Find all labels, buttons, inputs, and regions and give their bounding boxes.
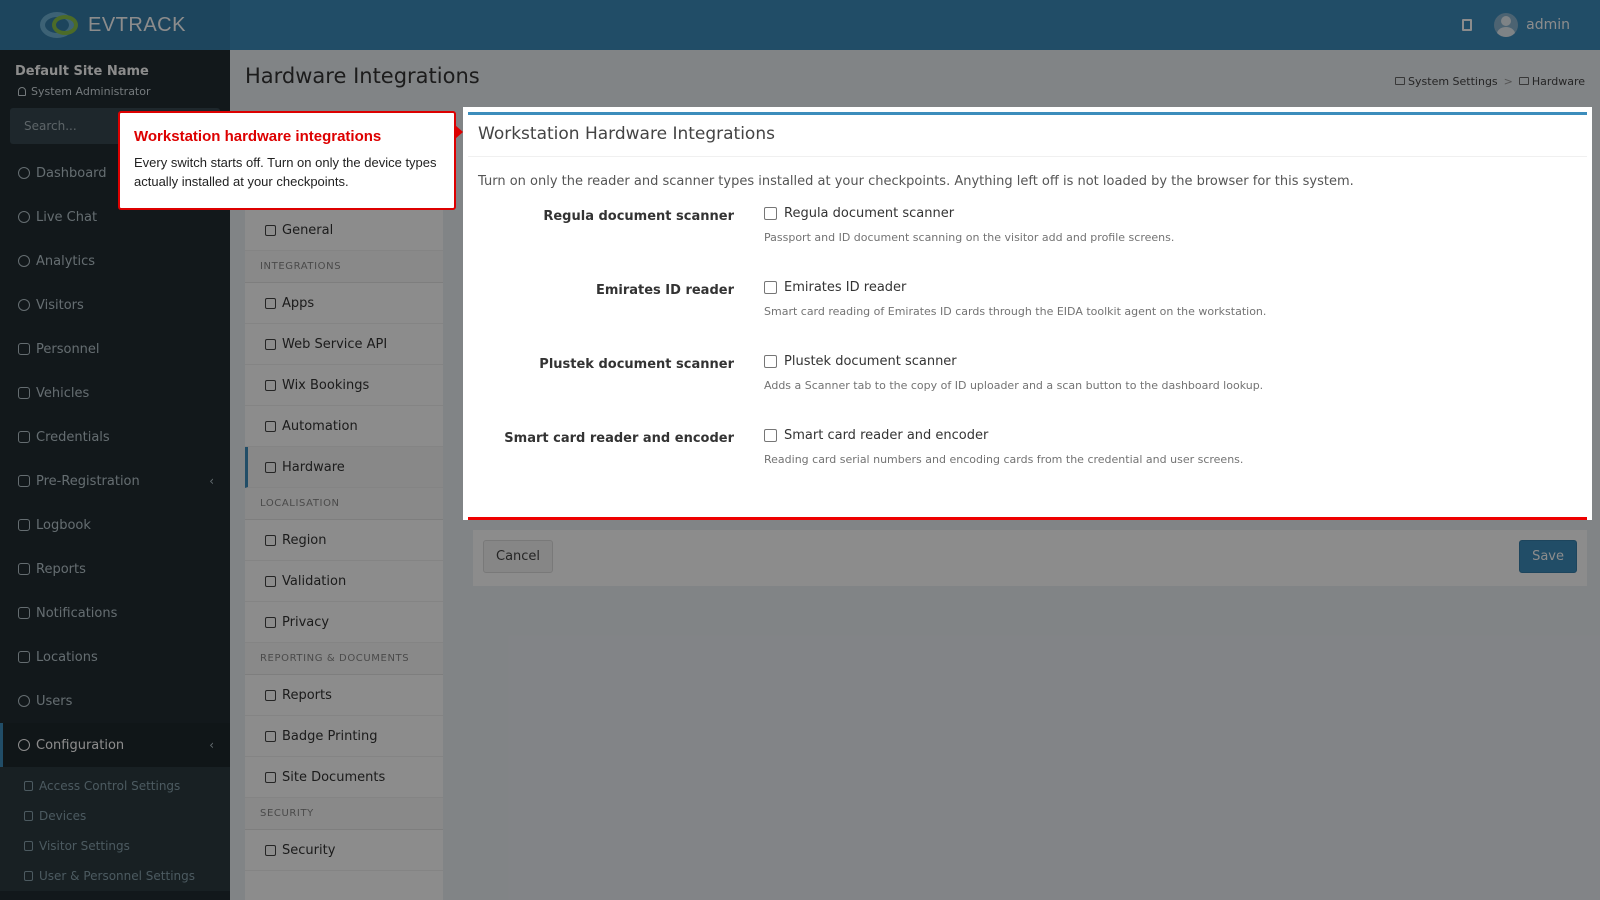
field: Emirates ID reader Smart card reading of… <box>734 280 1266 354</box>
form-row-plustek: Plustek document scanner Plustek documen… <box>478 354 1577 428</box>
checkbox-label: Emirates ID reader <box>784 280 907 295</box>
callout-title: Workstation hardware integrations <box>134 128 382 145</box>
checkbox-box[interactable] <box>764 355 777 368</box>
form-row-smart-card: Smart card reader and encoder Smart card… <box>478 428 1577 502</box>
help-text: Passport and ID document scanning on the… <box>764 231 1175 244</box>
help-text: Smart card reading of Emirates ID cards … <box>764 305 1267 318</box>
smart-card-checkbox[interactable]: Smart card reader and encoder <box>764 428 1243 443</box>
checkbox-box[interactable] <box>764 281 777 294</box>
checkbox-label: Regula document scanner <box>784 206 955 221</box>
callout-text: Every switch starts off. Turn on only th… <box>134 155 437 189</box>
field-label: Regula document scanner <box>543 209 734 224</box>
hardware-integrations-card: Workstation Hardware Integrations Turn o… <box>468 112 1587 520</box>
emirates-id-checkbox[interactable]: Emirates ID reader <box>764 280 1266 295</box>
regula-checkbox[interactable]: Regula document scanner <box>764 206 1174 221</box>
highlight-bottom-border <box>468 517 1587 520</box>
field-label: Plustek document scanner <box>539 357 734 372</box>
field: Plustek document scanner Adds a Scanner … <box>734 354 1263 428</box>
help-text: Reading card serial numbers and encoding… <box>764 453 1244 466</box>
checkbox-box[interactable] <box>764 429 777 442</box>
plustek-checkbox[interactable]: Plustek document scanner <box>764 354 1263 369</box>
field-label: Smart card reader and encoder <box>504 431 734 446</box>
field: Smart card reader and encoder Reading ca… <box>734 428 1243 502</box>
tour-callout: Workstation hardware integrations Every … <box>118 111 463 210</box>
field: Regula document scanner Passport and ID … <box>734 206 1174 280</box>
field-label: Emirates ID reader <box>595 283 734 298</box>
form-row-emirates-id: Emirates ID reader Emirates ID reader Sm… <box>478 280 1577 354</box>
help-text: Adds a Scanner tab to the copy of ID upl… <box>764 379 1264 392</box>
card-body: Turn on only the reader and scanner type… <box>468 157 1587 502</box>
checkbox-label: Smart card reader and encoder <box>784 428 989 443</box>
checkbox-box[interactable] <box>764 207 777 220</box>
form-row-regula: Regula document scanner Regula document … <box>478 206 1577 280</box>
checkbox-label: Plustek document scanner <box>784 354 957 369</box>
card-title: Workstation Hardware Integrations <box>468 115 1587 157</box>
card-intro: Turn on only the reader and scanner type… <box>478 174 1354 189</box>
